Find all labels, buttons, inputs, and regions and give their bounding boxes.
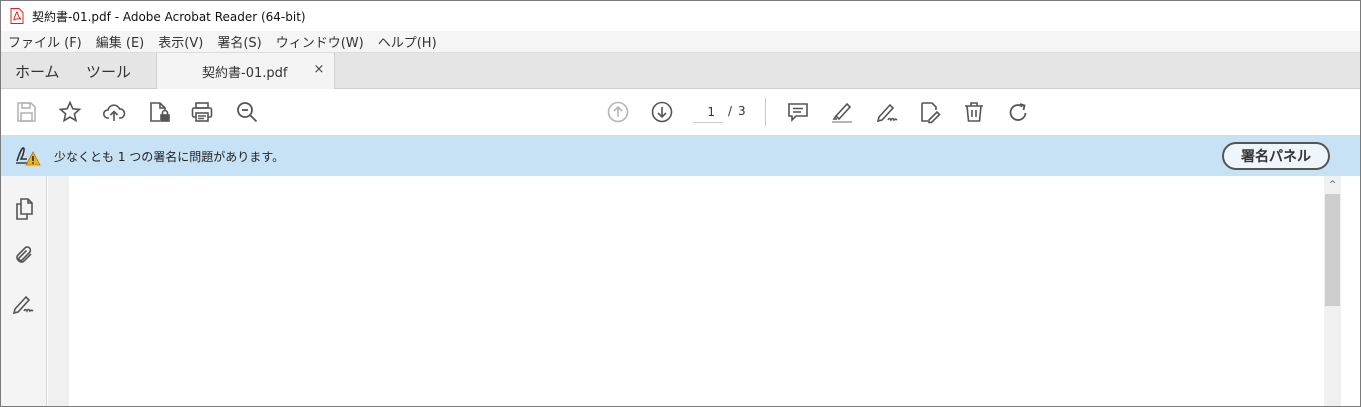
rotate-button[interactable] <box>1005 99 1031 125</box>
attachment-icon <box>16 246 32 263</box>
tab-bar: ホーム ツール 契約書-01.pdf × <box>1 53 1360 89</box>
page-number-input[interactable] <box>693 101 723 123</box>
title-bar: 契約書-01.pdf - Adobe Acrobat Reader (64-bi… <box>1 1 1360 31</box>
edit-pdf-button[interactable] <box>917 99 943 125</box>
pdf-page[interactable] <box>69 176 1324 406</box>
menu-sign[interactable]: 署名(S) <box>217 32 261 51</box>
highlight-button[interactable] <box>829 99 855 125</box>
page-total: 3 <box>738 104 746 118</box>
document-tab-label: 契約書-01.pdf <box>202 65 288 81</box>
menu-edit[interactable]: 編集 (E) <box>96 32 145 51</box>
highlight-icon <box>832 102 852 123</box>
signature-panel-button[interactable]: 署名パネル <box>1222 142 1330 170</box>
bookmark-star-icon <box>58 100 82 123</box>
menu-help[interactable]: ヘルプ(H) <box>378 32 437 51</box>
tab-document[interactable]: 契約書-01.pdf × <box>156 53 335 89</box>
signature-icon <box>12 295 34 315</box>
delete-button[interactable] <box>961 99 987 125</box>
pages-icon <box>16 198 33 220</box>
acrobat-window: 契約書-01.pdf - Adobe Acrobat Reader (64-bi… <box>0 0 1361 407</box>
document-viewport <box>48 176 1324 406</box>
menu-bar: ファイル (F) 編集 (E) 表示(V) 署名(S) ウィンドウ(W) ヘルプ… <box>1 31 1360 53</box>
protect-file-icon <box>150 102 170 122</box>
prev-page-button[interactable] <box>605 99 631 125</box>
attachments-button[interactable] <box>11 242 37 268</box>
zoom-search-button[interactable] <box>234 99 260 125</box>
toolbar: / 3 <box>1 89 1360 136</box>
save-icon <box>17 102 36 122</box>
protect-button[interactable] <box>146 99 172 125</box>
menu-window[interactable]: ウィンドウ(W) <box>276 32 364 51</box>
save-button[interactable] <box>13 99 39 125</box>
page-thumbnails-button[interactable] <box>11 196 37 222</box>
page-separator: / <box>728 104 733 118</box>
vertical-scrollbar[interactable]: ^ <box>1324 176 1341 406</box>
rotate-icon <box>1009 103 1027 121</box>
toolbar-divider <box>765 98 766 126</box>
comment-button[interactable] <box>785 99 811 125</box>
comment-icon <box>788 103 808 122</box>
print-button[interactable] <box>189 99 215 125</box>
upload-cloud-icon <box>102 104 126 121</box>
pdf-file-icon <box>10 8 24 24</box>
right-edge-pane <box>1341 176 1360 406</box>
menu-file[interactable]: ファイル (F) <box>8 32 82 51</box>
signature-warning-message: 少なくとも 1 つの署名に問題があります。 <box>54 150 285 164</box>
print-icon <box>191 102 213 122</box>
delete-icon <box>965 102 983 122</box>
prev-page-icon <box>607 101 629 123</box>
fill-sign-button[interactable] <box>873 99 899 125</box>
signature-warning-icon <box>16 147 41 166</box>
window-title: 契約書-01.pdf - Adobe Acrobat Reader (64-bi… <box>32 9 306 24</box>
signature-status-bar: 少なくとも 1 つの署名に問題があります。 署名パネル <box>1 136 1360 176</box>
upload-button[interactable] <box>101 99 127 125</box>
close-tab-icon[interactable]: × <box>312 63 326 77</box>
scroll-up-arrow-icon[interactable]: ^ <box>1324 178 1341 192</box>
left-navigation-pane <box>1 176 47 406</box>
bookmark-button[interactable] <box>57 99 83 125</box>
fill-sign-icon <box>876 103 898 123</box>
signatures-button[interactable] <box>11 290 37 316</box>
tab-home[interactable]: ホーム <box>15 53 60 89</box>
zoom-search-icon <box>237 102 258 123</box>
menu-view[interactable]: 表示(V) <box>158 32 203 51</box>
next-page-icon <box>651 101 673 123</box>
scrollbar-thumb[interactable] <box>1325 194 1340 306</box>
edit-pdf-icon <box>921 102 941 124</box>
next-page-button[interactable] <box>649 99 675 125</box>
tab-tools[interactable]: ツール <box>86 53 131 89</box>
